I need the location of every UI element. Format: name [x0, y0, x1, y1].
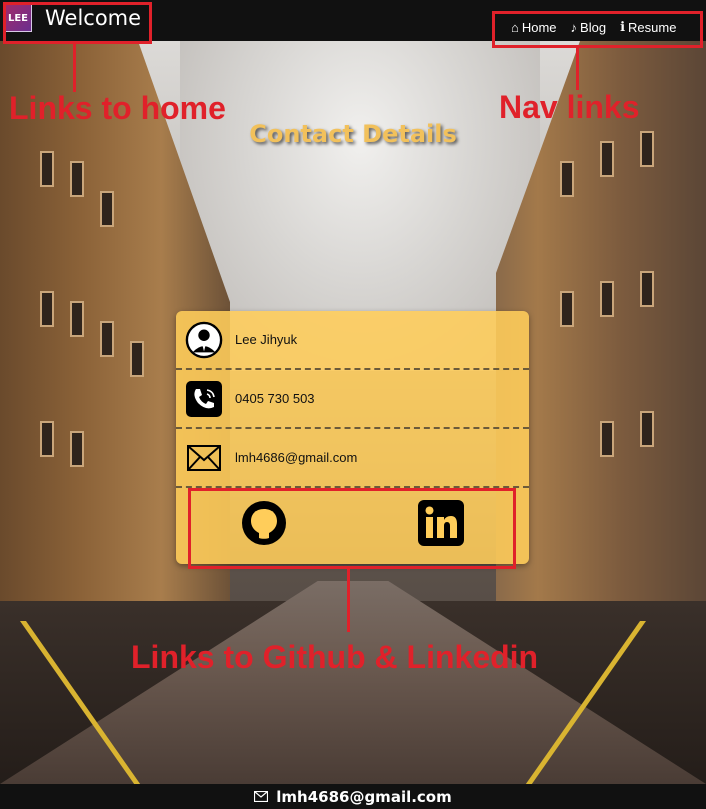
social-annotation-label: Links to Github & Linkedin	[131, 639, 539, 675]
home-annotation-line	[73, 44, 76, 92]
envelope-icon	[185, 439, 223, 477]
social-annotation-line	[347, 569, 350, 632]
social-annotation-box	[188, 488, 516, 569]
contact-row-email: lmh4686@gmail.com	[176, 429, 529, 488]
home-annotation-box	[3, 2, 152, 44]
contact-email: lmh4686@gmail.com	[235, 450, 358, 465]
footer-email-link[interactable]: lmh4686@gmail.com	[276, 788, 452, 806]
contact-phone: 0405 730 503	[235, 391, 315, 406]
mail-icon	[254, 791, 269, 802]
footer-bar: lmh4686@gmail.com	[0, 784, 706, 809]
contact-name: Lee Jihyuk	[235, 332, 298, 347]
person-icon	[185, 321, 223, 359]
page-heading: Contact Details	[249, 120, 457, 148]
contact-row-phone: 0405 730 503	[176, 370, 529, 429]
nav-annotation-box	[492, 11, 703, 48]
contact-row-name: Lee Jihyuk	[176, 311, 529, 370]
nav-annotation-line	[576, 48, 579, 90]
phone-icon	[185, 380, 223, 418]
